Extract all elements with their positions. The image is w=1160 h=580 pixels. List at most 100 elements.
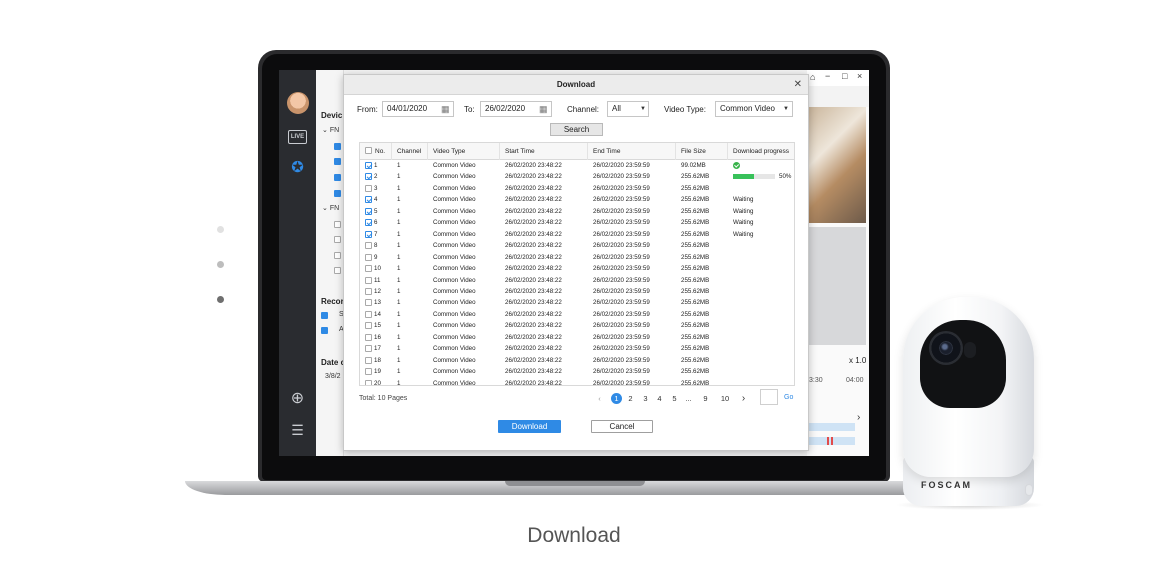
row-checkbox[interactable] bbox=[365, 299, 372, 307]
video-type-select[interactable]: Common Video bbox=[715, 101, 793, 117]
row-checkbox[interactable] bbox=[365, 379, 372, 385]
go-button[interactable]: Go bbox=[784, 394, 793, 401]
row-number: 5 bbox=[374, 207, 378, 215]
table-row[interactable]: 4 1 Common Video 26/02/2020 23:48:22 26/02/2… bbox=[360, 194, 794, 205]
table-row[interactable]: 2 1 Common Video 26/02/2020 23:48:22 26/02/2… bbox=[360, 171, 794, 182]
page-4[interactable]: 4 bbox=[654, 393, 665, 404]
table-row[interactable]: 14 1 Common Video 26/02/2020 23:48:22 26/02/… bbox=[360, 309, 794, 320]
chevron-left-icon[interactable]: ‹ bbox=[594, 393, 605, 404]
tree-checkbox[interactable] bbox=[334, 174, 341, 181]
date-value[interactable]: 3/8/2 bbox=[325, 373, 341, 380]
live-view-icon[interactable]: LIVE bbox=[279, 130, 316, 144]
total-pages: Total: 10 Pages bbox=[359, 395, 408, 402]
camera-button bbox=[1025, 484, 1033, 496]
tree-checkbox[interactable] bbox=[334, 221, 341, 228]
menu-icon[interactable]: ☰ bbox=[279, 422, 316, 439]
row-checkbox[interactable] bbox=[365, 173, 372, 181]
row-checkbox[interactable] bbox=[365, 196, 372, 204]
page-3[interactable]: 3 bbox=[640, 393, 651, 404]
start-time-cell: 26/02/2020 23:48:22 bbox=[505, 345, 562, 353]
lock-icon[interactable]: ⌂ bbox=[810, 72, 815, 82]
row-checkbox[interactable] bbox=[365, 207, 372, 215]
row-checkbox[interactable] bbox=[365, 322, 372, 330]
page-5[interactable]: 5 bbox=[669, 393, 680, 404]
timeline-bar[interactable] bbox=[809, 423, 855, 431]
table-row[interactable]: 12 1 Common Video 26/02/2020 23:48:22 26/02/… bbox=[360, 286, 794, 297]
row-checkbox[interactable] bbox=[365, 242, 372, 250]
chevron-right-icon[interactable]: › bbox=[738, 393, 749, 404]
tree-checkbox[interactable] bbox=[334, 236, 341, 243]
slide-dot-2[interactable] bbox=[217, 261, 224, 268]
tree-checkbox[interactable] bbox=[334, 190, 341, 197]
row-checkbox[interactable] bbox=[365, 345, 372, 353]
calendar-icon[interactable]: ▦ bbox=[441, 102, 450, 116]
video-type-cell: Common Video bbox=[433, 242, 476, 250]
column-header: No. bbox=[370, 143, 392, 160]
row-checkbox[interactable] bbox=[365, 162, 372, 169]
row-checkbox[interactable] bbox=[365, 276, 372, 284]
page-2[interactable]: 2 bbox=[625, 393, 636, 404]
table-row[interactable]: 8 1 Common Video 26/02/2020 23:48:22 26/02/2… bbox=[360, 240, 794, 251]
download-button[interactable]: Download bbox=[498, 420, 561, 433]
table-row[interactable]: 1 1 Common Video 26/02/2020 23:48:22 26/02/2… bbox=[360, 160, 794, 171]
row-checkbox[interactable] bbox=[365, 184, 372, 192]
table-row[interactable]: 13 1 Common Video 26/02/2020 23:48:22 26/02/… bbox=[360, 297, 794, 308]
tree-checkbox[interactable] bbox=[334, 267, 341, 274]
row-checkbox[interactable] bbox=[365, 265, 372, 273]
slide-dot-3[interactable] bbox=[217, 296, 224, 303]
chevron-right-icon[interactable]: › bbox=[857, 412, 860, 423]
table-row[interactable]: 20 1 Common Video 26/02/2020 23:48:22 26/02/… bbox=[360, 378, 794, 385]
avatar[interactable] bbox=[287, 92, 309, 114]
row-checkbox[interactable] bbox=[365, 356, 372, 364]
row-checkbox[interactable] bbox=[365, 368, 372, 376]
row-checkbox[interactable] bbox=[365, 287, 372, 295]
calendar-icon[interactable]: ▦ bbox=[539, 102, 548, 116]
table-row[interactable]: 17 1 Common Video 26/02/2020 23:48:22 26/02/… bbox=[360, 343, 794, 354]
table-row[interactable]: 16 1 Common Video 26/02/2020 23:48:22 26/02/… bbox=[360, 332, 794, 343]
tree-group-2[interactable]: ⌄ FN bbox=[322, 204, 339, 212]
progress-status: Waiting bbox=[733, 230, 754, 238]
video-tile-2[interactable] bbox=[807, 227, 866, 345]
file-size-cell: 255.62MB bbox=[681, 184, 710, 192]
tree-checkbox[interactable] bbox=[334, 158, 341, 165]
playback-icon[interactable]: ✪ bbox=[279, 158, 316, 176]
table-row[interactable]: 3 1 Common Video 26/02/2020 23:48:22 26/02/2… bbox=[360, 183, 794, 194]
page-9[interactable]: 9 bbox=[700, 393, 711, 404]
tree-group-1[interactable]: ⌄ FN bbox=[322, 126, 339, 134]
row-checkbox[interactable] bbox=[365, 333, 372, 341]
cancel-button[interactable]: Cancel bbox=[591, 420, 653, 433]
table-row[interactable]: 11 1 Common Video 26/02/2020 23:48:22 26/02/… bbox=[360, 275, 794, 286]
file-size-cell: 255.62MB bbox=[681, 207, 710, 215]
table-row[interactable]: 6 1 Common Video 26/02/2020 23:48:22 26/02/2… bbox=[360, 217, 794, 228]
zoom-level: x 1.0 bbox=[849, 356, 867, 365]
row-checkbox[interactable] bbox=[365, 310, 372, 318]
page-1[interactable]: 1 bbox=[611, 393, 622, 404]
end-time-cell: 26/02/2020 23:59:59 bbox=[593, 345, 650, 353]
table-row[interactable]: 19 1 Common Video 26/02/2020 23:48:22 26/02/… bbox=[360, 366, 794, 377]
table-row[interactable]: 18 1 Common Video 26/02/2020 23:48:22 26/02/… bbox=[360, 355, 794, 366]
close-icon[interactable]: ✕ bbox=[794, 79, 802, 91]
row-checkbox[interactable] bbox=[365, 230, 372, 238]
minimize-icon[interactable]: − bbox=[825, 71, 830, 81]
slide-dot-1[interactable] bbox=[217, 226, 224, 233]
record-checkbox[interactable] bbox=[321, 312, 328, 319]
add-device-icon[interactable]: ⊕ bbox=[279, 388, 316, 408]
row-checkbox[interactable] bbox=[365, 219, 372, 227]
video-tile-1[interactable] bbox=[807, 107, 866, 223]
download-dialog: Download ✕ From: 04/01/2020 ▦ To: 26/02/… bbox=[343, 74, 809, 451]
maximize-icon[interactable]: □ bbox=[842, 71, 847, 81]
page-jump-input[interactable] bbox=[760, 389, 778, 405]
search-button[interactable]: Search bbox=[550, 123, 603, 136]
window-controls: ⌂ − □ × bbox=[807, 70, 869, 86]
table-row[interactable]: 9 1 Common Video 26/02/2020 23:48:22 26/02/2… bbox=[360, 252, 794, 263]
table-row[interactable]: 15 1 Common Video 26/02/2020 23:48:22 26/02/… bbox=[360, 320, 794, 331]
table-row[interactable]: 7 1 Common Video 26/02/2020 23:48:22 26/02/2… bbox=[360, 229, 794, 240]
row-checkbox[interactable] bbox=[365, 253, 372, 261]
record-checkbox[interactable] bbox=[321, 327, 328, 334]
table-row[interactable]: 10 1 Common Video 26/02/2020 23:48:22 26/02/… bbox=[360, 263, 794, 274]
table-row[interactable]: 5 1 Common Video 26/02/2020 23:48:22 26/02/2… bbox=[360, 206, 794, 217]
tree-checkbox[interactable] bbox=[334, 143, 341, 150]
page-10[interactable]: 10 bbox=[718, 393, 732, 404]
tree-checkbox[interactable] bbox=[334, 252, 341, 259]
window-close-icon[interactable]: × bbox=[857, 71, 862, 81]
